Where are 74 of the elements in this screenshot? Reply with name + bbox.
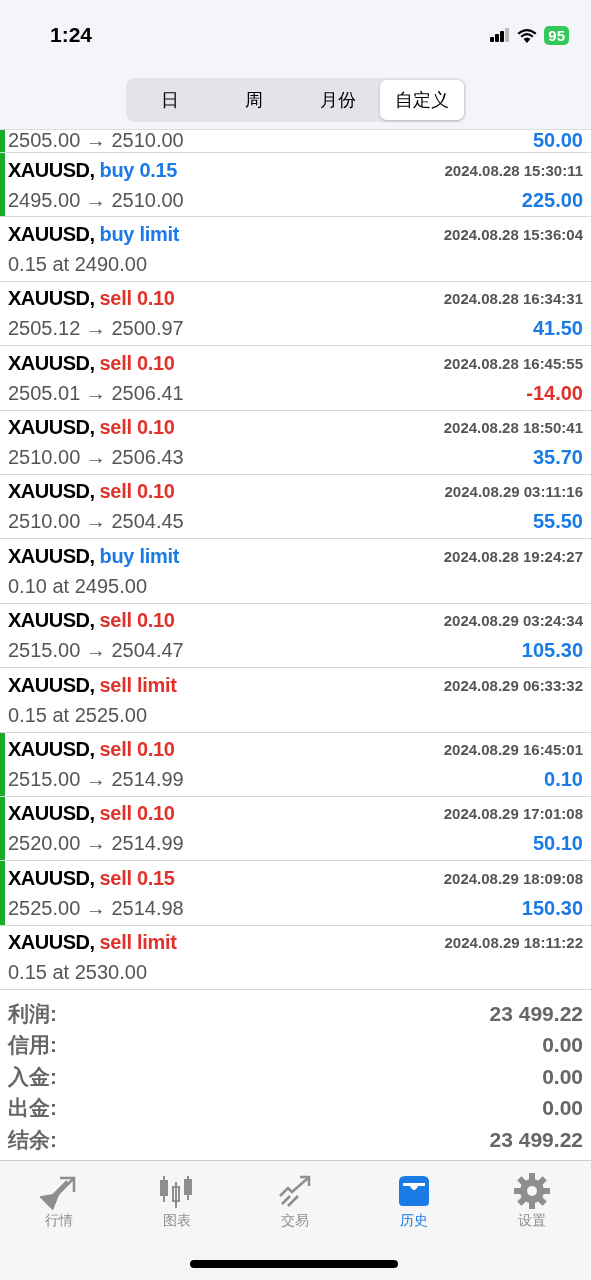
order-profit: 105.30	[521, 639, 583, 663]
order-prices: 2520.00 → 2514.99	[8, 832, 184, 856]
order-prices: 2495.00 → 2510.00	[8, 188, 184, 212]
tab-bar-item[interactable]: 行情	[14, 1171, 105, 1232]
tab-bar-item[interactable]: 图表	[132, 1171, 223, 1232]
period-tab[interactable]: 自定义	[379, 80, 464, 120]
order-time: 2024.08.29 18:09:08	[443, 869, 583, 887]
signal-icon	[490, 28, 511, 42]
order-time: 2024.08.28 15:30:11	[444, 161, 583, 179]
order-title: XAUUSD, sell 0.10	[8, 802, 175, 826]
order-profit: 55.50	[532, 510, 583, 534]
wifi-icon	[517, 27, 538, 43]
summary-label: 出金:	[8, 1095, 57, 1122]
order-title: XAUUSD, sell limit	[8, 931, 177, 955]
order-title: XAUUSD, buy limit	[8, 222, 180, 246]
order-prices: 2515.00 → 2514.99	[8, 768, 184, 791]
summary-value: 0.00	[542, 1033, 583, 1058]
order-profit: 0.10	[544, 768, 583, 791]
summary-label: 信用:	[8, 1032, 57, 1059]
order-prices: 0.15 at 2490.00	[8, 252, 147, 276]
tab-bar-item[interactable]: 设置	[486, 1171, 577, 1232]
order-profit: -14.00	[526, 381, 583, 405]
order-title: XAUUSD, sell 0.10	[8, 480, 175, 504]
order-prices: 2505.12 → 2500.97	[8, 317, 184, 341]
summary-label: 入金:	[8, 1063, 57, 1090]
order-time: 2024.08.29 03:11:16	[444, 483, 583, 501]
summary-value: 0.00	[542, 1096, 583, 1121]
order-time: 2024.08.29 16:45:01	[443, 741, 583, 758]
status-time: 1:24	[50, 23, 93, 47]
order-prices: 2505.00 → 2510.00	[8, 130, 184, 152]
summary-value: 23 499.22	[489, 1001, 583, 1026]
period-tab[interactable]: 月份	[295, 80, 380, 120]
order-time: 2024.08.29 03:24:34	[443, 612, 583, 630]
order-prices: 2515.00 → 2504.47	[8, 639, 184, 663]
period-tab[interactable]: 周	[211, 80, 296, 120]
order-profit: 41.50	[532, 317, 583, 341]
order-time: 2024.08.29 17:01:08	[443, 805, 583, 823]
order-profit: 225.00	[521, 188, 583, 212]
summary-value: 0.00	[542, 1064, 583, 1089]
order-profit: 50.10	[532, 832, 583, 856]
order-title: XAUUSD, sell 0.15	[8, 866, 175, 890]
summary-value: 23 499.22	[489, 1127, 583, 1152]
order-title: XAUUSD, sell 0.10	[8, 738, 175, 761]
order-prices: 0.10 at 2495.00	[8, 574, 147, 598]
summary-label: 利润:	[8, 1000, 57, 1027]
tab-bar-item[interactable]: 交易	[250, 1171, 341, 1232]
order-title: XAUUSD, sell 0.10	[8, 416, 175, 440]
order-profit: 35.70	[532, 446, 583, 470]
order-prices: 0.15 at 2525.00	[8, 703, 147, 727]
order-title: XAUUSD, sell 0.10	[8, 287, 175, 311]
order-time: 2024.08.28 16:45:55	[443, 354, 583, 372]
tab-bar-item[interactable]: 历史	[368, 1171, 459, 1232]
settings-icon	[512, 1172, 551, 1211]
order-title: XAUUSD, sell limit	[8, 673, 177, 697]
order-time: 2024.08.29 06:33:32	[443, 676, 583, 694]
order-time: 2024.08.28 16:34:31	[443, 290, 583, 308]
order-time: 2024.08.28 19:24:27	[443, 547, 583, 565]
order-time: 2024.08.28 15:36:04	[443, 225, 583, 243]
order-profit: 150.30	[521, 896, 583, 920]
battery-level: 95	[544, 25, 569, 45]
period-tab[interactable]: 日	[127, 80, 212, 120]
order-prices: 0.15 at 2530.00	[8, 961, 147, 985]
order-title: XAUUSD, buy limit	[8, 544, 180, 568]
order-time: 2024.08.29 18:11:22	[444, 934, 583, 952]
order-prices: 2505.01 → 2506.41	[8, 381, 184, 405]
order-title: XAUUSD, buy 0.15	[8, 158, 178, 182]
order-time: 2024.08.28 18:50:41	[443, 419, 583, 437]
order-prices: 2510.00 → 2506.43	[8, 446, 184, 470]
order-profit: 50.00	[532, 130, 583, 152]
order-title: XAUUSD, sell 0.10	[8, 351, 175, 375]
order-title: XAUUSD, sell 0.10	[8, 609, 175, 633]
order-prices: 2525.00 → 2514.98	[8, 896, 184, 920]
order-prices: 2510.00 → 2504.45	[8, 510, 184, 534]
summary-label: 结余:	[8, 1126, 57, 1153]
